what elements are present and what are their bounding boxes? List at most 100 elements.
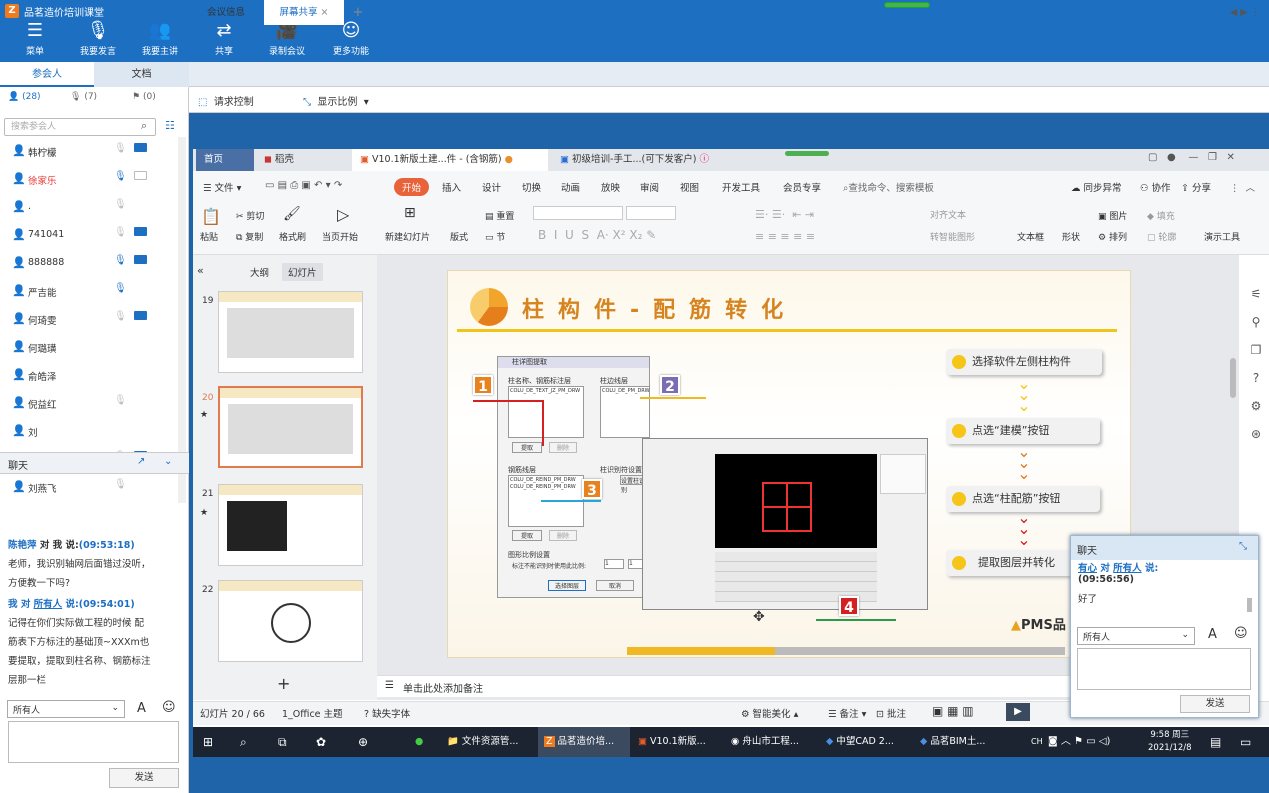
slide-thumbnail-22[interactable] [218,580,363,662]
search-icon[interactable]: ⌕ [141,119,147,133]
chevron-down-icon[interactable]: ⌄ [164,456,172,467]
slide-thumbnail-21[interactable] [218,484,363,566]
search-input[interactable]: 搜索参会人 [4,118,156,136]
menu-animation[interactable]: 动画 [561,180,580,194]
participant-row[interactable]: 👤 俞皓泽 [0,361,178,389]
comment-button[interactable]: ⊡ 批注 [876,706,906,720]
mic-icon[interactable]: 🎙 [114,479,127,490]
menu-transition[interactable]: 切换 [522,180,541,194]
start-icon[interactable]: ⊞ [203,727,213,757]
people-count[interactable]: 👤 (28) [8,92,41,102]
shape-button[interactable]: 形状 [1062,230,1080,243]
window-controls[interactable]: ▢ ● — ❐ ✕ [1148,152,1235,163]
notes-app-icon[interactable]: ▤ [1210,727,1221,757]
participant-row[interactable]: 👤 韩柠檬 🎙 [0,137,178,165]
menu-view[interactable]: 视图 [680,180,699,194]
chat-input[interactable] [8,721,179,763]
font-name-select[interactable] [533,206,623,220]
tab-outline[interactable]: 大纲 [250,265,269,279]
wps-tab-doc2[interactable]: ▣ 初级培训-手工...(可下发客户) ⓘ [552,149,748,171]
emoji-icon[interactable]: ☺ [1234,626,1248,641]
tab-scroll-arrows[interactable]: ◀ ▶ ⋮ [1225,0,1265,25]
view-mode-icons[interactable]: ▣ ▦ ▥ [932,704,974,718]
camera-icon[interactable] [134,255,147,264]
wps-tab-doc1[interactable]: ▣ V10.1新版土建...件 - (含钢筋) ● [352,149,548,171]
taskbar-item[interactable]: ◆ 中望CAD 2... [826,727,894,757]
participant-row[interactable]: 👤 徐家乐 🎙 [0,165,178,193]
participant-scrollbar[interactable] [178,137,186,503]
copy-button[interactable]: ⧉ 复制 [236,230,263,243]
request-control-button[interactable]: ⬚ 请求控制 [198,93,254,108]
beautify-button[interactable]: ⚙ 智能美化 ▴ [741,706,798,720]
taskview-icon[interactable]: ⧉ [278,727,287,757]
taskbar-item[interactable]: ▣ V10.1新版... [638,727,706,757]
input-lang[interactable]: CH [1031,727,1043,757]
reset-button[interactable]: ▤ 重置 [485,209,514,222]
app-icon[interactable]: ✿ [316,727,326,757]
new-slide-button[interactable]: 新建幻灯片 [385,230,430,243]
quick-access-icons[interactable]: ▭ ▤ ⎙ ▣ ↶ ▾ ↷ [265,180,342,191]
paragraph-icons[interactable]: ☰· ☰· ⇤ ⇥ [755,208,814,221]
chat-target-select[interactable]: 所有人 ⌄ [7,700,125,718]
mic-count[interactable]: 🎙 (7) [70,92,97,102]
list-view-icon[interactable]: ☷ [165,119,175,132]
participant-row[interactable]: 👤 741041 🎙 [0,221,178,249]
slide-thumbnail-19[interactable] [218,291,363,373]
menu-home[interactable]: 开始 [394,178,430,196]
tab-meeting-info[interactable]: 会议信息 [189,0,263,25]
mic-icon[interactable]: 🎙 [114,227,127,238]
play-current-button[interactable]: 当页开始 [322,230,358,243]
app-icon[interactable]: ● [415,727,423,757]
send-button[interactable]: 发送 [109,768,179,788]
popchat-input[interactable] [1077,648,1251,690]
tray-icons[interactable]: ◙ ︿ ⚑ ▭ ◁) [1048,727,1110,757]
font-icon[interactable]: A [137,701,146,716]
record-button[interactable]: 🎥 录制会议 [259,20,315,57]
menu-review[interactable]: 审阅 [640,180,659,194]
mic-icon[interactable]: 🎙 [114,283,127,294]
participant-row[interactable]: 👤 888888 🎙 [0,249,178,277]
taskbar-item[interactable]: 📁 文件资源管... [447,727,518,757]
font-size-select[interactable] [626,206,676,220]
sync-status[interactable]: ☁ 同步异常 [1071,180,1122,194]
cut-button[interactable]: ✂ 剪切 [236,209,264,222]
notes-button[interactable]: ☰ 备注 ▾ [828,706,866,720]
popout-icon[interactable]: ↗ [137,456,145,467]
present-button[interactable]: 👥 我要主讲 [132,20,188,57]
tab-screen-share[interactable]: 屏幕共享 × [264,0,344,25]
app-icon[interactable]: ⊕ [358,727,368,757]
mic-icon[interactable]: 🎙 [114,255,127,266]
command-search[interactable]: ⌕查找命令、搜索模板 [843,180,934,194]
missing-font-button[interactable]: ? 缺失字体 [364,706,410,720]
restore-icon[interactable]: ⤡ [1239,541,1247,552]
menu-slideshow[interactable]: 放映 [601,180,620,194]
share-doc-button[interactable]: ⇪ 分享 [1181,180,1211,194]
participant-row[interactable]: 👤. 🎙 [0,193,178,221]
speak-button[interactable]: 🎙 我要发言 [70,20,126,57]
share-button[interactable]: ⇄ 共享 [196,20,252,57]
layout-button[interactable]: 版式 [450,230,468,243]
paste-button[interactable]: 粘贴 [200,230,218,243]
camera-icon[interactable] [134,143,147,152]
smart-graphic-button[interactable]: 转智能图形 [930,230,975,243]
format-painter-button[interactable]: 格式刷 [279,230,306,243]
more-icon[interactable]: ⋮ ︿ [1230,180,1255,194]
mic-icon[interactable]: 🎙 [114,171,127,182]
right-sidebar-icons[interactable]: ⚟ ⚲ ❐? ⚙ ⊛ [1247,280,1265,448]
mic-icon[interactable]: 🎙 [114,143,127,154]
participant-row[interactable]: 👤 何璐璜 [0,333,178,361]
menu-file[interactable]: ☰ 文件 ▾ [203,180,241,194]
mic-icon[interactable]: 🎙 [114,311,127,322]
taskbar-item[interactable]: ◉ 舟山市工程... [731,727,799,757]
fill-button[interactable]: ◆ 填充 [1147,209,1175,222]
wps-tab-home[interactable]: 首页 [196,149,254,171]
taskbar-item[interactable]: ◆ 品茗BIM土... [920,727,985,757]
participant-row[interactable]: 👤 倪益红 🎙 [0,389,178,417]
add-tab-button[interactable]: + [350,0,366,25]
camera-icon[interactable] [134,227,147,236]
collab-button[interactable]: ⚇ 协作 [1140,180,1171,194]
font-icon[interactable]: A [1208,627,1217,642]
notification-icon[interactable]: ▭ [1240,727,1251,757]
taskbar-item[interactable]: Z 品茗造价培... [538,727,630,757]
collapse-panel-icon[interactable]: « [197,264,204,277]
